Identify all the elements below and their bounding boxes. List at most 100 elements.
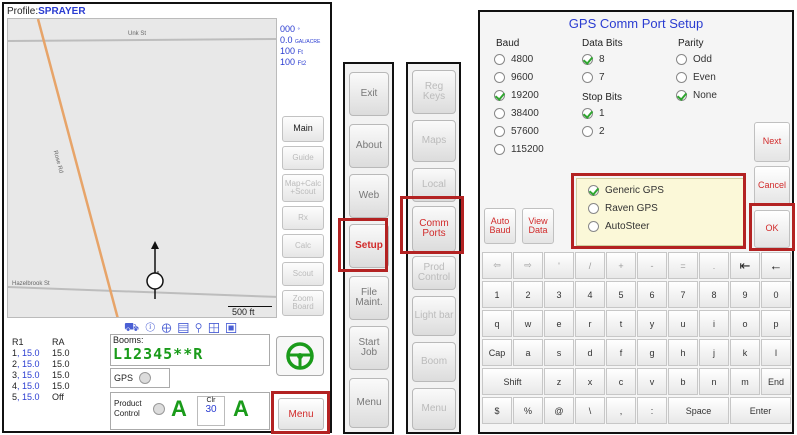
key-5-0[interactable]: $ [482, 397, 512, 424]
key-2-9[interactable]: p [761, 310, 791, 337]
layers-icon[interactable]: ▣ [226, 320, 243, 334]
maps-button[interactable]: Maps [412, 120, 456, 162]
exit-button[interactable]: Exit [349, 72, 389, 116]
key-5-6[interactable]: Space [668, 397, 729, 424]
key-0-1[interactable]: ⇨ [513, 252, 543, 279]
key-3-0[interactable]: Cap [482, 339, 512, 366]
key-0-9[interactable]: ← [761, 252, 791, 279]
key-0-0[interactable]: ⇦ [482, 252, 512, 279]
key-2-4[interactable]: t [606, 310, 636, 337]
key-4-5[interactable]: b [668, 368, 698, 395]
stop-bits-option-1[interactable]: 1 [582, 108, 605, 119]
key-4-4[interactable]: v [637, 368, 667, 395]
key-2-7[interactable]: i [699, 310, 729, 337]
next-button[interactable]: Next [754, 122, 790, 162]
key-4-3[interactable]: c [606, 368, 636, 395]
baud-option-38400[interactable]: 38400 [494, 108, 539, 119]
key-3-7[interactable]: j [699, 339, 729, 366]
start-job-button[interactable]: Start Job [349, 326, 389, 370]
key-3-9[interactable]: l [761, 339, 791, 366]
light-bar-button[interactable]: Light bar [412, 296, 456, 336]
key-2-0[interactable]: q [482, 310, 512, 337]
key-4-1[interactable]: z [544, 368, 574, 395]
key-2-6[interactable]: u [668, 310, 698, 337]
calc-button[interactable]: Calc [282, 234, 324, 258]
guide-button[interactable]: Guide [282, 146, 324, 170]
auto-baud-button[interactable]: Auto Baud [484, 208, 516, 244]
key-0-4[interactable]: + [606, 252, 636, 279]
key-5-2[interactable]: @ [544, 397, 574, 424]
key-4-7[interactable]: m [730, 368, 760, 395]
key-1-1[interactable]: 2 [513, 281, 543, 308]
key-4-2[interactable]: x [575, 368, 605, 395]
key-2-2[interactable]: e [544, 310, 574, 337]
scout-button[interactable]: Scout [282, 262, 324, 286]
map-calc-scout-button[interactable]: Map+Calc +Scout [282, 174, 324, 202]
ok-button[interactable]: OK [754, 210, 790, 248]
info-icon[interactable]: ⓘ [145, 320, 161, 334]
key-0-6[interactable]: = [668, 252, 698, 279]
zoom-icon[interactable]: ⚲ [195, 320, 208, 334]
boom-button[interactable]: Boom [412, 342, 456, 382]
menu-button-panel-2[interactable]: Menu [412, 388, 456, 430]
menu-button-panel-1[interactable]: Menu [349, 378, 389, 428]
menu-button[interactable]: Menu [278, 398, 324, 430]
prod-control-button[interactable]: Prod Control [412, 256, 456, 290]
key-1-3[interactable]: 4 [575, 281, 605, 308]
key-2-8[interactable]: o [730, 310, 760, 337]
baud-option-4800[interactable]: 4800 [494, 54, 533, 65]
gps-type-generic[interactable]: Generic GPS [588, 185, 664, 196]
key-5-5[interactable]: : [637, 397, 667, 424]
key-1-6[interactable]: 7 [668, 281, 698, 308]
rx-button[interactable]: Rx [282, 206, 324, 230]
key-0-7[interactable]: . [699, 252, 729, 279]
key-0-2[interactable]: ' [544, 252, 574, 279]
key-1-2[interactable]: 3 [544, 281, 574, 308]
gps-type-raven[interactable]: Raven GPS [588, 203, 658, 214]
local-button[interactable]: Local [412, 168, 456, 202]
key-0-5[interactable]: - [637, 252, 667, 279]
key-1-0[interactable]: 1 [482, 281, 512, 308]
key-4-8[interactable]: End [761, 368, 791, 395]
key-5-7[interactable]: Enter [730, 397, 791, 424]
key-0-3[interactable]: / [575, 252, 605, 279]
autosteer-button[interactable] [276, 336, 324, 376]
gps-target-icon[interactable]: ⊕ [161, 320, 177, 334]
key-3-4[interactable]: f [606, 339, 636, 366]
key-4-0[interactable]: Shift [482, 368, 543, 395]
reg-keys-button[interactable]: Reg Keys [412, 70, 456, 114]
key-5-3[interactable]: \ [575, 397, 605, 424]
parity-option-odd[interactable]: Odd [676, 54, 712, 65]
product-control[interactable]: Product Control A Clr 30 A [110, 392, 270, 430]
data-bits-option-8[interactable]: 8 [582, 54, 605, 65]
key-3-5[interactable]: g [637, 339, 667, 366]
grid-icon[interactable]: ⊞ [208, 320, 225, 334]
key-1-9[interactable]: 0 [761, 281, 791, 308]
key-2-5[interactable]: y [637, 310, 667, 337]
key-3-1[interactable]: a [513, 339, 543, 366]
cancel-button[interactable]: Cancel [754, 166, 790, 206]
key-0-8[interactable]: ⇤ [730, 252, 760, 279]
baud-option-19200[interactable]: 19200 [494, 90, 539, 101]
key-5-4[interactable]: , [606, 397, 636, 424]
comm-ports-button[interactable]: Comm Ports [412, 206, 456, 252]
map-view[interactable]: Unk St Rose Rd Hazelbrook St 500 ft [7, 18, 277, 318]
gps-status[interactable]: GPS [110, 368, 170, 388]
parity-option-none[interactable]: None [676, 90, 717, 101]
stop-bits-option-2[interactable]: 2 [582, 126, 605, 137]
setup-button[interactable]: Setup [349, 224, 389, 268]
key-1-8[interactable]: 9 [730, 281, 760, 308]
key-1-5[interactable]: 6 [637, 281, 667, 308]
parity-option-even[interactable]: Even [676, 72, 716, 83]
key-4-6[interactable]: n [699, 368, 729, 395]
key-2-3[interactable]: r [575, 310, 605, 337]
key-3-2[interactable]: s [544, 339, 574, 366]
gps-type-autosteer[interactable]: AutoSteer [588, 221, 649, 232]
document-icon[interactable]: ▤ [178, 320, 195, 334]
data-bits-option-7[interactable]: 7 [582, 72, 605, 83]
booms-box[interactable]: Booms: L12345**R [110, 334, 270, 366]
key-3-6[interactable]: h [668, 339, 698, 366]
key-5-1[interactable]: % [513, 397, 543, 424]
key-3-3[interactable]: d [575, 339, 605, 366]
clr-box[interactable]: Clr 30 [197, 396, 225, 426]
